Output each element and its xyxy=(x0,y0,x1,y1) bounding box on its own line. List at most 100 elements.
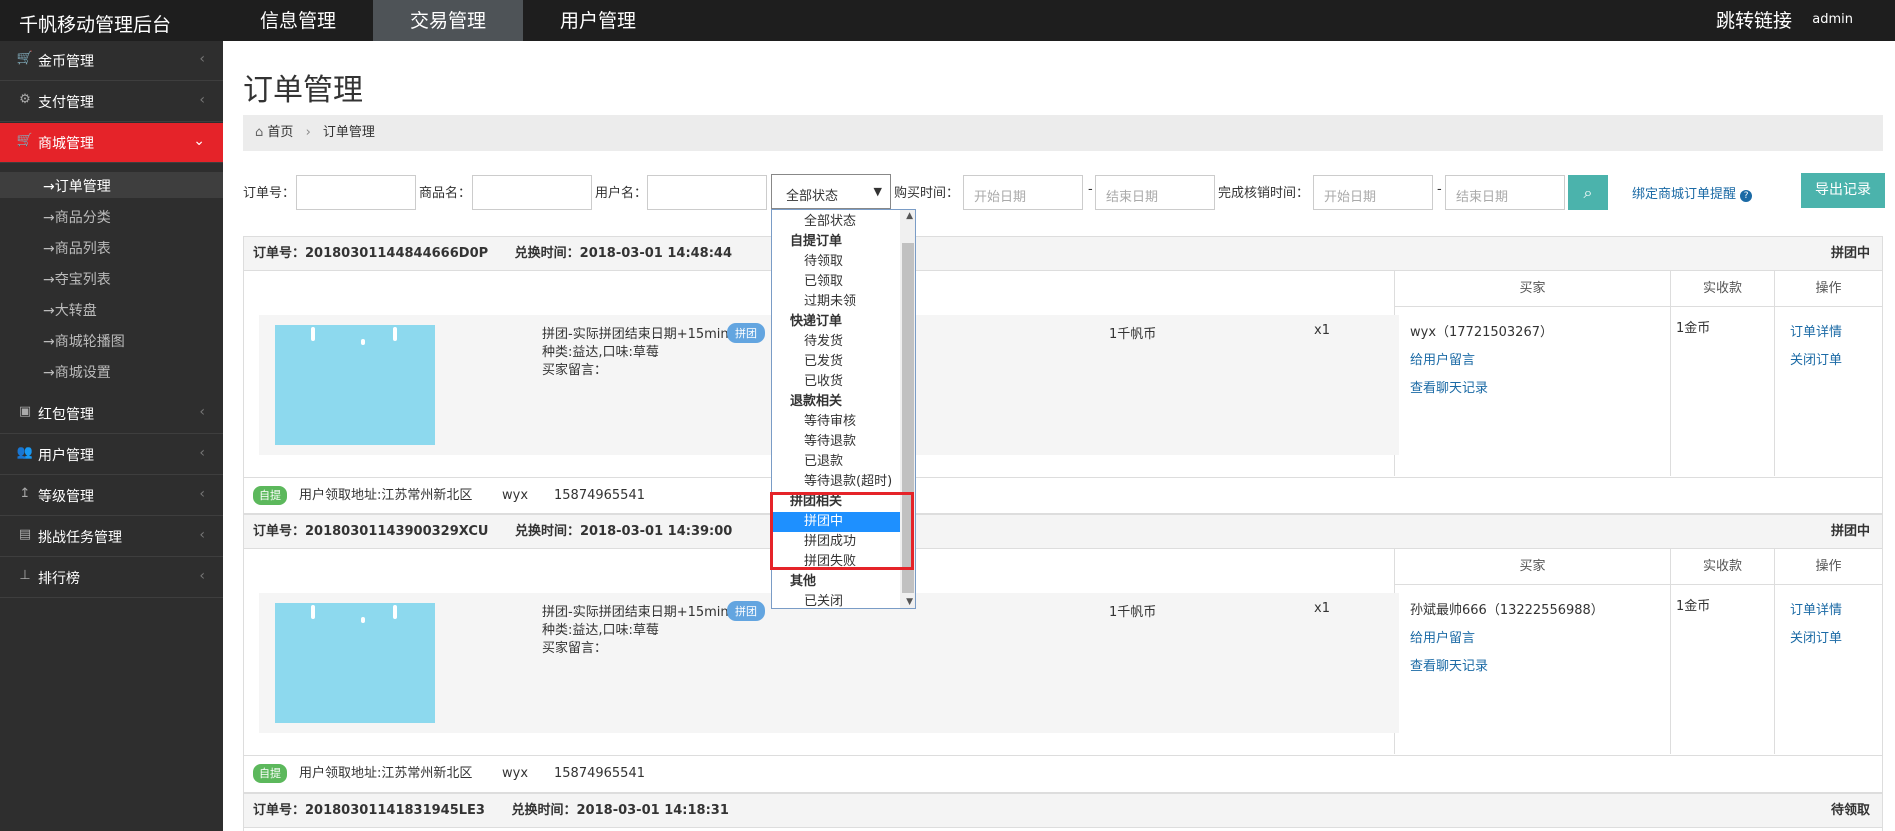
sidebar-item-challenge[interactable]: ▤ 挑战任务管理 ‹ xyxy=(0,517,223,557)
order-header: 订单号：20180301144844666D0P 兑换时间：2018-03-01… xyxy=(244,237,1882,271)
sidebar-item-label: 金币管理 xyxy=(38,54,94,70)
buy-start-date-input[interactable]: 开始日期 xyxy=(963,175,1083,210)
sidebar-item-ranking[interactable]: ⊥ 排行榜 ‹ xyxy=(0,558,223,598)
close-order-link[interactable]: 关闭订单 xyxy=(1790,349,1842,368)
dropdown-option[interactable]: 等待审核 xyxy=(772,412,900,432)
dropdown-option[interactable]: 待发货 xyxy=(772,332,900,352)
order-no-label: 订单号： xyxy=(243,186,296,201)
pickup-user: wyx xyxy=(502,488,529,503)
scroll-down-icon[interactable]: ▼ xyxy=(906,597,913,607)
exchange-time: 兑换时间：2018-03-01 14:39:00 xyxy=(514,524,733,539)
cart-icon: 🛒 xyxy=(16,51,34,66)
sidebar-item-payment[interactable]: ⚙ 支付管理 ‹ xyxy=(0,82,223,122)
product-price: 1千帆币 xyxy=(1109,327,1157,342)
search-button[interactable]: ⌕ xyxy=(1568,175,1608,210)
submenu-mall-carousel[interactable]: →商城轮播图 xyxy=(43,331,125,351)
product-title: 拼团-实际拼团结束日期+15min xyxy=(542,605,729,620)
gears-icon: ⚙ xyxy=(19,92,31,107)
message-user-link[interactable]: 给用户留言 xyxy=(1410,627,1475,646)
buy-end-date-input[interactable]: 结束日期 xyxy=(1095,175,1215,210)
divider xyxy=(1670,271,1671,476)
caret-down-icon: ▼ xyxy=(873,185,882,198)
breadcrumb-separator: › xyxy=(305,125,311,140)
order-card: 订单号：20180301144844666D0P 兑换时间：2018-03-01… xyxy=(243,236,1883,514)
breadcrumb-home[interactable]: 首页 xyxy=(267,125,293,140)
message-user-link[interactable]: 给用户留言 xyxy=(1410,349,1475,368)
bind-link-label: 绑定商城订单提醒 xyxy=(1632,187,1737,202)
dropdown-option[interactable]: 等待退款 xyxy=(772,432,900,452)
group-buy-badge: 拼团 xyxy=(727,601,765,621)
submenu-mall-settings[interactable]: →商城设置 xyxy=(43,362,111,382)
chevron-down-icon: ⌄ xyxy=(193,133,205,149)
sidebar-item-label: 用户管理 xyxy=(38,448,94,464)
bind-mall-order-reminder-link[interactable]: 绑定商城订单提醒 ? xyxy=(1632,183,1753,202)
order-footer: 自提 用户领取地址:江苏常州新北区 wyx 15874965541 xyxy=(244,755,1882,791)
dropdown-option[interactable]: 过期未领 xyxy=(772,292,900,312)
finish-end-date-input[interactable]: 结束日期 xyxy=(1445,175,1565,210)
sidebar-item-redpacket[interactable]: ▣ 红包管理 ‹ xyxy=(0,394,223,434)
submenu-goods-list[interactable]: →商品列表 xyxy=(43,238,111,258)
status-select[interactable]: 全部状态 ▼ xyxy=(771,174,891,209)
dropdown-option[interactable]: 已收货 xyxy=(772,372,900,392)
nav-info-management[interactable]: 信息管理 xyxy=(223,0,373,41)
username-input[interactable] xyxy=(647,175,767,210)
view-chat-link[interactable]: 查看聊天记录 xyxy=(1410,377,1488,396)
order-detail-link[interactable]: 订单详情 xyxy=(1790,321,1842,340)
product-row: 拼团-实际拼团结束日期+15min 拼团 种类:益达,口味:草莓 买家留言： 1… xyxy=(259,593,1399,733)
order-status: 拼团中 xyxy=(1830,524,1870,539)
divider xyxy=(1774,549,1775,754)
pickup-address: 用户领取地址:江苏常州新北区 xyxy=(299,488,473,503)
buyer-name: 孙斌最帅666（13222556988） xyxy=(1410,603,1604,618)
level-up-icon: ↥ xyxy=(19,486,31,501)
dropdown-option[interactable]: 待领取 xyxy=(772,252,900,272)
submenu-lucky-wheel[interactable]: →大转盘 xyxy=(43,300,97,320)
product-thumbnail[interactable] xyxy=(275,325,435,445)
order-detail-link[interactable]: 订单详情 xyxy=(1790,599,1842,618)
nav-trade-management[interactable]: 交易管理 xyxy=(373,0,523,41)
order-no-input[interactable] xyxy=(296,175,416,210)
nav-user-management[interactable]: 用户管理 xyxy=(523,0,673,41)
col-header-ops: 操作 xyxy=(1774,549,1882,585)
submenu-goods-category[interactable]: →商品分类 xyxy=(43,207,111,227)
dropdown-option[interactable]: 已领取 xyxy=(772,272,900,292)
dropdown-option[interactable]: 已退款 xyxy=(772,452,900,472)
chevron-left-icon: ‹ xyxy=(199,445,205,461)
dropdown-option[interactable]: 已关闭 xyxy=(772,592,900,608)
sidebar-item-gold[interactable]: 🛒 金币管理 ‹ xyxy=(0,41,223,81)
pickup-phone: 15874965541 xyxy=(554,766,645,781)
sidebar-item-label: 商城管理 xyxy=(38,136,94,152)
dropdown-group-label: 退款相关 xyxy=(790,394,843,409)
sidebar-item-label: 支付管理 xyxy=(38,95,94,111)
sidebar-item-users[interactable]: 👥 用户管理 ‹ xyxy=(0,435,223,475)
sidebar-item-level[interactable]: ↥ 等级管理 ‹ xyxy=(0,476,223,516)
chevron-left-icon: ‹ xyxy=(199,92,205,108)
dropdown-option[interactable]: 全部状态 xyxy=(772,212,900,232)
dropdown-group-label: 其他 xyxy=(790,574,817,589)
submenu-order-management[interactable]: →订单管理 xyxy=(43,176,111,196)
submenu-treasure-list[interactable]: →夺宝列表 xyxy=(43,269,111,289)
sidebar-item-mall[interactable]: 🛒 商城管理 ⌄ xyxy=(0,123,223,163)
col-header-buyer: 买家 xyxy=(1394,549,1670,585)
export-button[interactable]: 导出记录 xyxy=(1801,173,1885,208)
search-icon: ⌕ xyxy=(1583,183,1593,202)
finish-time-label: 完成核销时间： xyxy=(1218,186,1310,201)
chevron-left-icon: ‹ xyxy=(199,568,205,584)
scroll-up-icon[interactable]: ▲ xyxy=(906,211,913,221)
close-order-link[interactable]: 关闭订单 xyxy=(1790,627,1842,646)
dropdown-group-label: 快递订单 xyxy=(790,314,843,329)
order-header: 订单号：20180301143900329XCU 兑换时间：2018-03-01… xyxy=(244,515,1882,549)
product-thumbnail[interactable] xyxy=(275,603,435,723)
admin-user-menu[interactable]: admin xyxy=(1812,12,1853,27)
jump-link[interactable]: 跳转链接 xyxy=(1716,0,1792,43)
order-card: 订单号：20180301143900329XCU 兑换时间：2018-03-01… xyxy=(243,514,1883,793)
view-chat-link[interactable]: 查看聊天记录 xyxy=(1410,655,1488,674)
chevron-left-icon: ‹ xyxy=(199,527,205,543)
chevron-left-icon: ‹ xyxy=(199,486,205,502)
dropdown-option[interactable]: 等待退款(超时) xyxy=(772,472,900,492)
finish-start-date-input[interactable]: 开始日期 xyxy=(1313,175,1433,210)
goods-name-input[interactable] xyxy=(472,175,592,210)
order-number: 订单号：20180301144844666D0P xyxy=(253,246,489,261)
dropdown-option[interactable]: 已发货 xyxy=(772,352,900,372)
chevron-left-icon: ‹ xyxy=(199,404,205,420)
order-number: 订单号：20180301141831945LE3 xyxy=(253,803,485,818)
